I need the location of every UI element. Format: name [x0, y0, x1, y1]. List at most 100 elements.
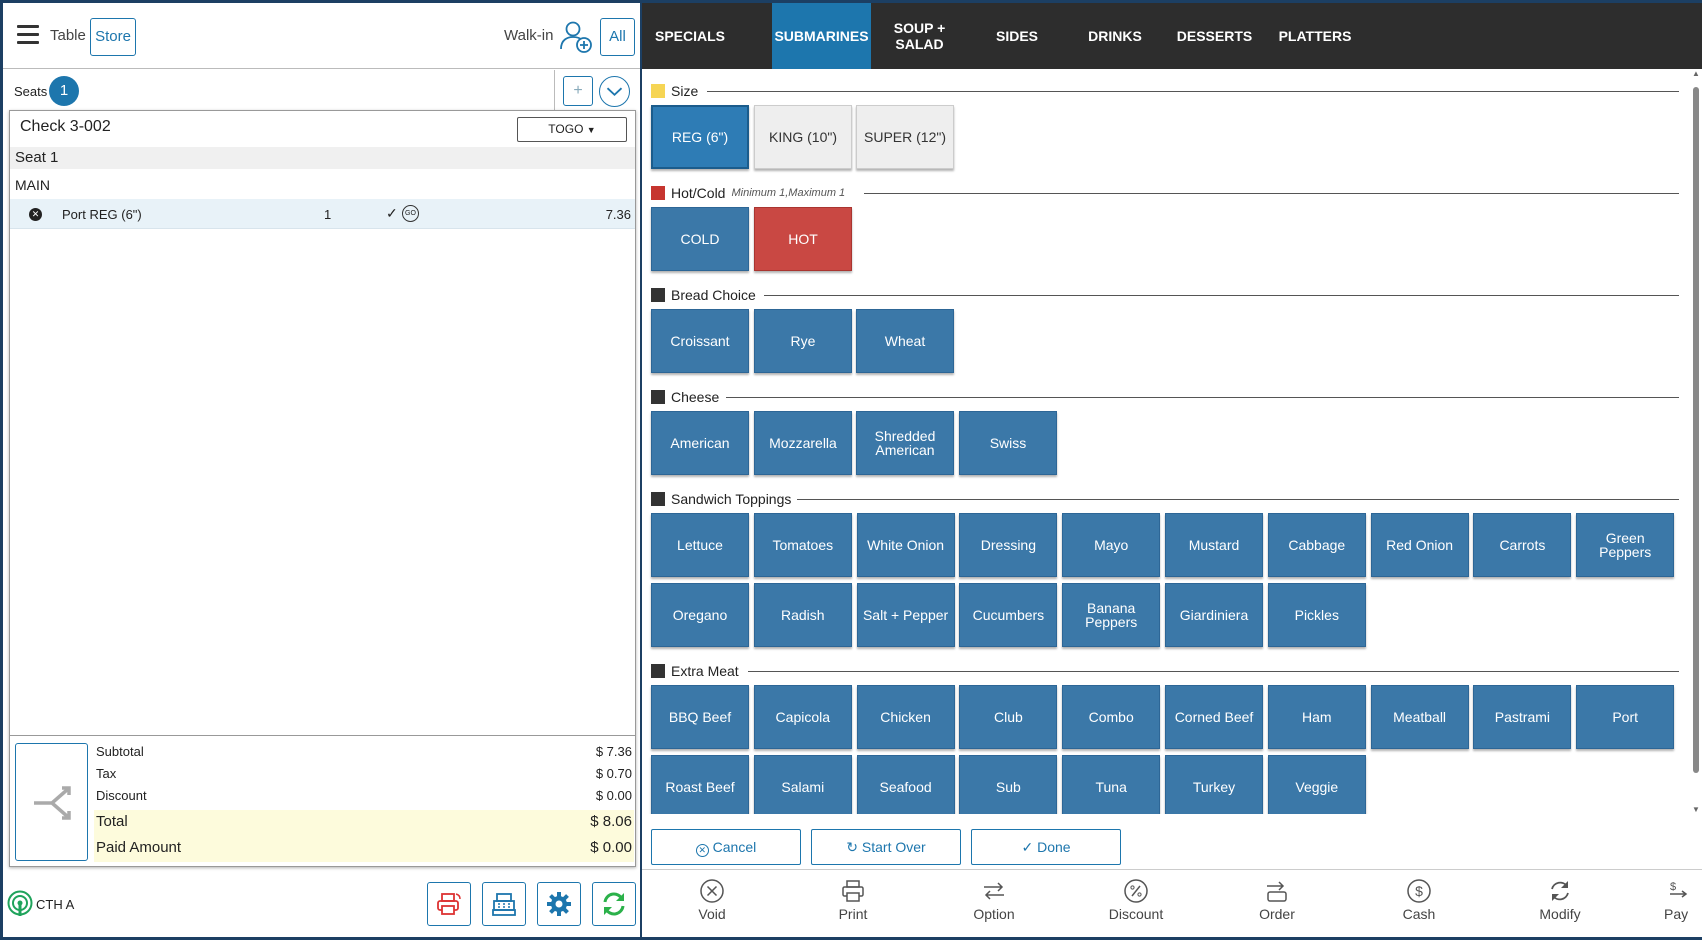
modifier-button[interactable]: Lettuce	[651, 513, 749, 577]
split-check-button[interactable]	[15, 743, 88, 861]
modifier-button[interactable]: Wheat	[856, 309, 954, 373]
seat-header[interactable]: Seat 1	[10, 147, 635, 169]
modifier-button[interactable]: Meatball	[1370, 685, 1469, 749]
modifier-button[interactable]: Combo	[1062, 685, 1161, 749]
modifier-button[interactable]: SUPER (12")	[856, 105, 954, 169]
check-title: Check 3-002	[20, 118, 111, 135]
modifier-button[interactable]: Red Onion	[1370, 513, 1469, 577]
modifier-button[interactable]: Port	[1576, 685, 1675, 749]
item-name: Port REG (6")	[62, 207, 142, 222]
modifier-button[interactable]: Salt + Pepper	[856, 583, 955, 647]
modifier-button[interactable]: COLD	[651, 207, 749, 271]
modifier-button[interactable]: Shredded American	[856, 411, 954, 475]
left-toolbar: CTH A	[3, 870, 640, 937]
start-over-button[interactable]: ↻ Start Over	[811, 829, 961, 865]
modifier-button[interactable]: Sub	[959, 755, 1058, 814]
refresh-button[interactable]	[592, 882, 636, 926]
tab-sides[interactable]: SIDES	[968, 3, 1066, 69]
cash-drawer-button[interactable]	[482, 882, 526, 926]
menu-icon[interactable]	[17, 25, 39, 45]
cash-button[interactable]: $ Cash	[1374, 878, 1464, 922]
modifier-button[interactable]: Oregano	[651, 583, 749, 647]
modifier-button[interactable]: Pickles	[1267, 583, 1366, 647]
modifier-button[interactable]: Pastrami	[1473, 685, 1572, 749]
modifier-button[interactable]: Capicola	[753, 685, 852, 749]
discount-row: Discount $ 0.00	[96, 788, 632, 803]
modifier-button[interactable]: Croissant	[651, 309, 749, 373]
group-color-swatch	[651, 288, 665, 302]
discount-button[interactable]: Discount	[1091, 878, 1181, 922]
add-customer-icon[interactable]	[559, 19, 593, 53]
tax-value: $ 0.70	[595, 766, 632, 781]
refresh-icon	[1551, 881, 1569, 901]
print-button[interactable]: Print	[808, 878, 898, 922]
modifier-button[interactable]: Club	[959, 685, 1058, 749]
modifier-button[interactable]: Roast Beef	[651, 755, 749, 814]
modifier-button[interactable]: Carrots	[1473, 513, 1572, 577]
tab-drinks[interactable]: DRINKS	[1066, 3, 1164, 69]
order-label: Order	[1259, 906, 1295, 922]
all-button[interactable]: All	[600, 18, 635, 56]
modifier-button[interactable]: Seafood	[856, 755, 955, 814]
start-over-label: Start Over	[861, 839, 926, 855]
modifier-button[interactable]: Cabbage	[1267, 513, 1366, 577]
modify-button[interactable]: Modify	[1515, 878, 1605, 922]
void-button[interactable]: Void	[667, 878, 757, 922]
modifier-button[interactable]: Mustard	[1165, 513, 1263, 577]
subtotal-label: Subtotal	[96, 744, 144, 759]
modifier-button[interactable]: Ham	[1267, 685, 1366, 749]
modifier-button[interactable]: Corned Beef	[1165, 685, 1263, 749]
modifier-button[interactable]: REG (6")	[651, 105, 749, 169]
add-seat-button[interactable]: +	[563, 76, 593, 106]
divider	[554, 70, 555, 110]
scrollbar[interactable]: ▲ ▼	[1690, 69, 1700, 814]
footer-bar: Void Print Option Discount Order $ Cash …	[642, 869, 1702, 937]
divider	[726, 397, 1679, 398]
gear-icon	[547, 892, 571, 916]
order-type-dropdown[interactable]: TOGO ▼	[517, 117, 627, 142]
modifier-button[interactable]: Dressing	[959, 513, 1058, 577]
modifier-button[interactable]: Rye	[754, 309, 852, 373]
option-button[interactable]: Option	[949, 878, 1039, 922]
modifier-button[interactable]: Cucumbers	[959, 583, 1058, 647]
modifier-button[interactable]: Banana Peppers	[1062, 583, 1161, 647]
list-item[interactable]: ✕ Port REG (6") 1 ✓ GO 7.36	[10, 199, 635, 229]
modifier-button[interactable]: Mayo	[1062, 513, 1161, 577]
modifier-button[interactable]: HOT	[754, 207, 852, 271]
modifier-button[interactable]: Green Peppers	[1576, 513, 1675, 577]
done-button[interactable]: ✓ Done	[971, 829, 1121, 865]
modifier-button[interactable]: Radish	[753, 583, 852, 647]
scroll-down-icon[interactable]: ▼	[1692, 805, 1700, 814]
scroll-thumb[interactable]	[1693, 87, 1699, 773]
modifier-button[interactable]: American	[651, 411, 749, 475]
modifier-button[interactable]: BBQ Beef	[651, 685, 749, 749]
store-button[interactable]: Store	[90, 18, 136, 56]
kitchen-print-button[interactable]	[427, 882, 471, 926]
seat-badge[interactable]: 1	[49, 76, 79, 106]
tab-soup-salad[interactable]: SOUP + SALAD	[871, 3, 968, 69]
modifier-button[interactable]: Turkey	[1165, 755, 1263, 814]
modifier-button[interactable]: Veggie	[1267, 755, 1366, 814]
settings-button[interactable]	[537, 882, 581, 926]
modifier-button[interactable]: Tomatoes	[753, 513, 852, 577]
tab-specials[interactable]: SPECIALS	[642, 3, 738, 69]
cancel-button[interactable]: ✕ Cancel	[651, 829, 801, 865]
modifier-button[interactable]: White Onion	[856, 513, 955, 577]
sent-check-icon: ✓	[386, 205, 398, 221]
modifier-button[interactable]: Mozzarella	[754, 411, 852, 475]
modifier-button[interactable]: Chicken	[856, 685, 955, 749]
modifier-button[interactable]: Salami	[753, 755, 852, 814]
modifier-button[interactable]: Giardiniera	[1165, 583, 1263, 647]
tab-submarines[interactable]: SUBMARINES	[772, 3, 871, 69]
modifier-button[interactable]: Swiss	[959, 411, 1057, 475]
modifier-button[interactable]: KING (10")	[754, 105, 852, 169]
tab-platters[interactable]: PLATTERS	[1265, 3, 1365, 69]
split-icon	[34, 786, 71, 820]
modifier-button[interactable]: Tuna	[1062, 755, 1161, 814]
chevron-down-icon[interactable]	[599, 76, 630, 107]
remove-item-icon[interactable]: ✕	[29, 208, 42, 221]
scroll-up-icon[interactable]: ▲	[1692, 69, 1700, 78]
tab-desserts[interactable]: DESSERTS	[1164, 3, 1265, 69]
pay-button[interactable]: $ Pay	[1644, 878, 1702, 922]
order-button[interactable]: Order	[1232, 878, 1322, 922]
